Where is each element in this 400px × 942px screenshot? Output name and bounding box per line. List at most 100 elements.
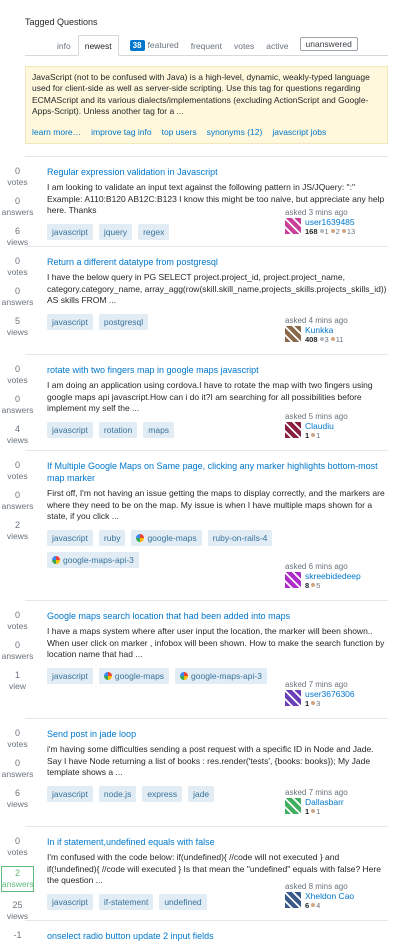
question-tags: javascript postgresql (47, 313, 287, 336)
vote-count-label: votes (7, 471, 28, 482)
tab-featured[interactable]: 38 featured (121, 40, 184, 55)
view-count-value: 6 (14, 788, 20, 799)
question-summary: 0 votes 2 answers 25 views In if statement,und… (1, 827, 388, 922)
view-count-label: views (6, 799, 29, 810)
improve-tag-info-link[interactable]: improve tag info (91, 127, 151, 138)
question-title-link[interactable]: Regular expression validation in Javascr… (47, 166, 388, 178)
question-tags: javascript google-maps google-maps-api-3 (47, 667, 287, 690)
user-name-link[interactable]: Dallasbarr (305, 798, 344, 807)
tag-jade[interactable]: jade (188, 785, 215, 802)
tag-javascript[interactable]: javascript (47, 667, 93, 684)
tag-javascript[interactable]: javascript (47, 529, 93, 546)
avatar[interactable] (285, 326, 301, 343)
top-users-link[interactable]: top users (162, 127, 197, 138)
user-reputation: 85 (305, 581, 361, 590)
question-title-link[interactable]: Return a different datatype from postgre… (47, 256, 388, 268)
question-title-link[interactable]: rotate with two fingers map in google ma… (47, 364, 388, 376)
user-text: Claudiu 1 1 (305, 422, 334, 441)
user-text: user1639485 168 1 2 13 (305, 218, 355, 237)
tab-newest[interactable]: newest (77, 35, 119, 56)
tag-javascript[interactable]: javascript (47, 421, 93, 438)
tag-ruby[interactable]: ruby (98, 529, 126, 546)
answer-count-label: answers (1, 297, 34, 308)
answer-count: 0 answers (0, 490, 35, 512)
question-title-link[interactable]: In if statement,undefined equals with fa… (47, 836, 388, 848)
tag-google-maps[interactable]: google-maps (98, 667, 170, 684)
user-details: user1639485 168 1 2 13 (285, 218, 380, 236)
avatar[interactable] (285, 572, 301, 589)
tab-unanswered[interactable]: unanswered (299, 37, 358, 51)
question-summary: 0 votes 0 answers 4 views rotate with two fing… (2, 355, 388, 452)
vote-count: 0 votes (0, 610, 35, 632)
question-stats: 0 votes 0 answers 4 views (0, 364, 35, 450)
vote-count-label: votes (7, 621, 28, 632)
tag-node.js[interactable]: node.js (98, 785, 137, 802)
question-list: 0 votes 0 answers 6 views Regular expression v… (1, 156, 388, 942)
tag-label: ruby-on-rails-4 (212, 532, 268, 543)
reputation-score: 1 (305, 807, 310, 817)
question-summary: -1votesonselect radio button update 2 in… (7, 921, 388, 942)
vote-count-value: 0 (14, 728, 20, 739)
tag-google-maps[interactable]: google-maps (131, 529, 202, 546)
question-excerpt: First off, I'm not having an issue getti… (47, 488, 385, 522)
tag-express[interactable]: express (142, 785, 183, 802)
tag-ruby-on-rails-4[interactable]: ruby-on-rails-4 (207, 529, 273, 546)
answer-count: 2 answers (1, 866, 34, 893)
tab-featured-label: featured (147, 40, 179, 50)
question-stats: 0 votes 0 answers 6 views (0, 728, 35, 826)
tag-javascript[interactable]: javascript (47, 785, 93, 802)
answer-count-value: 0 (14, 196, 20, 207)
user-details: Xheldon Cao 6 4 (285, 892, 380, 910)
question-stats: -1votes (0, 930, 35, 942)
user-info: asked 4 mins ago Kunkka 408 3 11 (285, 316, 380, 344)
tag-label: undefined (164, 896, 202, 907)
user-name-link[interactable]: Xheldon Cao (305, 892, 354, 901)
tag-postgresql[interactable]: postgresql (98, 313, 149, 330)
tag-javascript[interactable]: javascript (47, 313, 93, 330)
user-name-link[interactable]: skreebidedeep (305, 572, 361, 581)
question-title-link[interactable]: Send post in jade loop (47, 728, 388, 740)
tag-javascript[interactable]: javascript (47, 893, 93, 910)
tag-jquery[interactable]: jquery (98, 223, 133, 240)
avatar[interactable] (285, 798, 301, 815)
tab-active[interactable]: active (261, 41, 293, 55)
answer-count: 0 answers (0, 286, 35, 308)
question-summary: 0 votes 0 answers 6 views Regular expression v… (2, 157, 388, 248)
question-title-link[interactable]: Google maps search location that had bee… (47, 610, 388, 622)
tab-votes[interactable]: votes (229, 41, 259, 55)
bronze-badge-count: 1 (316, 807, 321, 817)
tag-javascript[interactable]: javascript (47, 223, 93, 240)
avatar[interactable] (285, 422, 301, 439)
tag-google-maps-api-3[interactable]: google-maps-api-3 (47, 551, 139, 568)
question-excerpt: I have the below query in PG SELECT proj… (47, 272, 387, 306)
avatar[interactable] (285, 218, 301, 235)
avatar[interactable] (285, 690, 301, 707)
learn-more-link[interactable]: learn more… (32, 127, 81, 138)
answer-count-value: 0 (14, 286, 20, 297)
user-name-link[interactable]: user1639485 (305, 218, 355, 227)
user-info: asked 7 mins ago Dallasbarr 1 1 (285, 788, 380, 816)
tab-info[interactable]: info (52, 41, 76, 55)
tag-label: google-maps-api-3 (63, 554, 134, 565)
user-name-link[interactable]: user3676306 (305, 690, 355, 699)
view-count-label: views (6, 327, 29, 338)
user-name-link[interactable]: Kunkka (305, 326, 343, 335)
asked-time: asked 5 mins ago (285, 412, 348, 422)
tag-maps[interactable]: maps (143, 421, 175, 438)
synonyms-link[interactable]: synonyms (12) (207, 127, 263, 138)
avatar[interactable] (285, 892, 301, 909)
question-title-link[interactable]: onselect radio button update 2 input fie… (47, 930, 388, 942)
tag-rotation[interactable]: rotation (98, 421, 138, 438)
tag-undefined[interactable]: undefined (159, 893, 207, 910)
tag-label: javascript (52, 896, 88, 907)
view-count-value: 4 (14, 424, 20, 435)
tag-if-statement[interactable]: if-statement (98, 893, 154, 910)
google-maps-icon (180, 671, 189, 680)
javascript-jobs-link[interactable]: javascript jobs (272, 127, 326, 138)
question-title-link[interactable]: If Multiple Google Maps on Same page, cl… (47, 460, 388, 484)
user-name-link[interactable]: Claudiu (305, 422, 334, 431)
view-count-value: 6 (14, 226, 20, 237)
tag-google-maps-api-3[interactable]: google-maps-api-3 (175, 667, 267, 684)
tab-frequent[interactable]: frequent (186, 41, 227, 55)
tag-regex[interactable]: regex (138, 223, 170, 240)
